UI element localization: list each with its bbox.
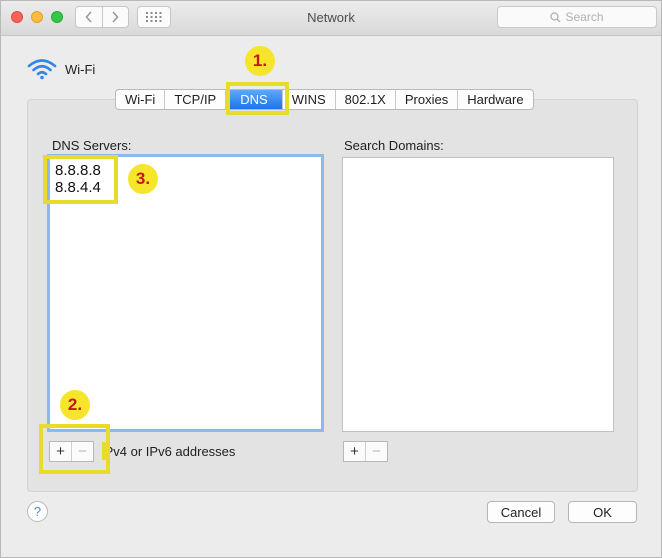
highlight-dns-tab — [226, 82, 289, 115]
search-domains-label: Search Domains: — [344, 138, 444, 153]
search-input[interactable]: Search — [497, 6, 657, 28]
tab-wifi[interactable]: Wi-Fi — [116, 90, 164, 109]
tab-wins[interactable]: WINS — [281, 90, 335, 109]
search-placeholder: Search — [565, 10, 604, 24]
highlight-add-button — [39, 424, 110, 474]
search-domains-list[interactable] — [342, 157, 614, 432]
tab-tcpip[interactable]: TCP/IP — [164, 90, 225, 109]
step-3-badge: 3. — [128, 164, 158, 194]
ok-button[interactable]: OK — [568, 501, 637, 523]
interface-header: Wi-Fi — [27, 58, 95, 80]
add-domain-button[interactable]: + — [344, 442, 365, 461]
highlight-dns-entries — [43, 155, 118, 204]
dns-servers-label: DNS Servers: — [52, 138, 132, 153]
remove-domain-button[interactable]: − — [365, 442, 387, 461]
title-bar: Network Search — [1, 1, 661, 36]
wifi-icon — [27, 59, 57, 80]
step-1-badge: 1. — [245, 46, 275, 76]
dns-hint-text: IPv4 or IPv6 addresses — [101, 444, 236, 459]
step-2-badge: 2. — [60, 390, 90, 420]
highlight-cover — [102, 442, 110, 460]
cancel-button[interactable]: Cancel — [487, 501, 555, 523]
tab-hardware[interactable]: Hardware — [457, 90, 532, 109]
tab-proxies[interactable]: Proxies — [394, 90, 457, 109]
interface-name: Wi-Fi — [65, 61, 96, 77]
tab-bar: Wi-Fi TCP/IP DNS WINS 802.1X Proxies Har… — [115, 89, 534, 110]
search-icon — [550, 11, 561, 22]
tab-8021x[interactable]: 802.1X — [334, 90, 395, 109]
help-button[interactable]: ? — [27, 501, 48, 522]
network-window: Network Search Wi-Fi Wi-Fi TCP/IP DNS WI… — [0, 0, 662, 558]
domain-add-remove-group: + − — [343, 441, 388, 462]
